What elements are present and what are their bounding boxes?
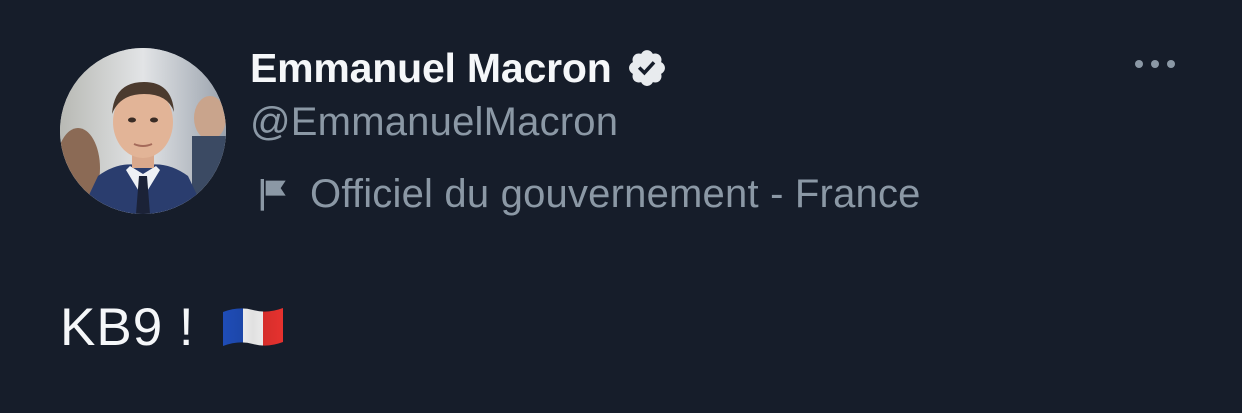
avatar[interactable] bbox=[60, 48, 226, 214]
tweet-body: KB9 ! bbox=[60, 292, 285, 362]
tweet-text: KB9 ! bbox=[60, 297, 195, 357]
more-options-button[interactable] bbox=[1122, 44, 1188, 84]
display-name[interactable]: Emmanuel Macron bbox=[250, 45, 612, 92]
government-label-text: Officiel du gouvernement - France bbox=[310, 171, 921, 216]
author-handle[interactable]: @EmmanuelMacron bbox=[250, 100, 618, 145]
more-horizontal-icon bbox=[1135, 60, 1175, 68]
flag-outline-icon bbox=[254, 174, 294, 214]
avatar-image bbox=[60, 48, 226, 214]
author-name-row[interactable]: Emmanuel Macron bbox=[250, 40, 668, 96]
verified-badge-icon bbox=[626, 47, 668, 89]
government-label[interactable]: Officiel du gouvernement - France bbox=[254, 166, 921, 222]
tweet-card[interactable]: Emmanuel Macron @EmmanuelMacron Officiel… bbox=[0, 0, 1242, 413]
flag-france-icon bbox=[221, 304, 285, 350]
